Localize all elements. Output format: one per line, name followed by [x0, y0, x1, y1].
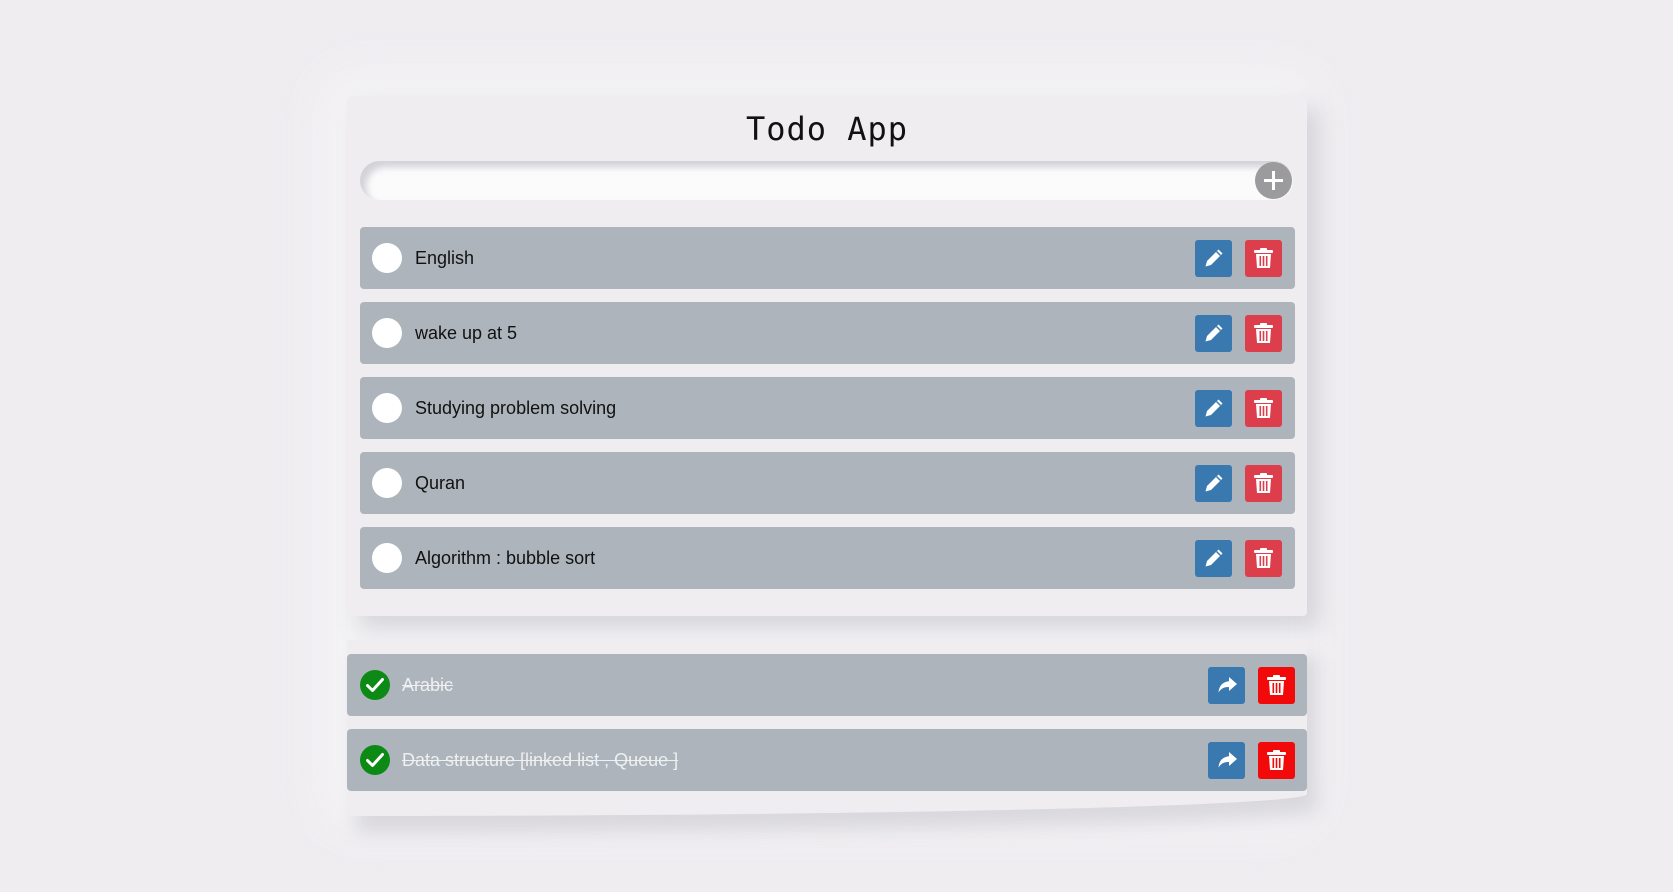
new-todo-input[interactable]: [380, 165, 1244, 197]
delete-button[interactable]: [1245, 540, 1282, 577]
todo-item: Algorithm : bubble sort: [360, 527, 1295, 589]
todo-status-circle-icon[interactable]: [372, 393, 402, 423]
todo-status-circle-icon[interactable]: [372, 468, 402, 498]
trash-icon: [1254, 323, 1273, 343]
edit-button[interactable]: [1195, 390, 1232, 427]
trash-icon: [1254, 398, 1273, 418]
completed-todo-item: Data structure [linked list , Queue ]: [347, 729, 1307, 791]
todo-label: English: [415, 248, 475, 268]
completed-todo-card: Arabic Data structure [linked list , Que…: [347, 640, 1307, 816]
delete-completed-button[interactable]: [1258, 667, 1295, 704]
add-todo-button[interactable]: [1255, 162, 1292, 199]
todo-item: English: [360, 227, 1295, 289]
check-circle-icon[interactable]: [360, 670, 390, 700]
pencil-icon: [1205, 549, 1223, 567]
todo-list: English wake up at 5 Studying problem so…: [360, 227, 1295, 602]
todo-status-circle-icon[interactable]: [372, 243, 402, 273]
restore-todo-button[interactable]: [1208, 742, 1245, 779]
edit-button[interactable]: [1195, 240, 1232, 277]
restore-todo-button[interactable]: [1208, 667, 1245, 704]
todo-label: wake up at 5: [415, 323, 518, 343]
check-circle-icon[interactable]: [360, 745, 390, 775]
trash-icon: [1254, 548, 1273, 568]
share-arrow-icon: [1218, 677, 1237, 693]
completed-todo-list: Arabic Data structure [linked list , Que…: [347, 654, 1307, 804]
todo-label: Quran: [415, 473, 466, 493]
completed-todo-label: Arabic: [402, 675, 454, 695]
plus-icon: [1264, 171, 1283, 190]
delete-button[interactable]: [1245, 315, 1282, 352]
app-title: Todo App: [745, 110, 909, 148]
edit-button[interactable]: [1195, 315, 1232, 352]
delete-button[interactable]: [1245, 240, 1282, 277]
todo-item: Studying problem solving: [360, 377, 1295, 439]
completed-todo-item: Arabic: [347, 654, 1307, 716]
pencil-icon: [1205, 324, 1223, 342]
check-icon: [366, 753, 384, 767]
pencil-icon: [1205, 399, 1223, 417]
todo-card: Todo App English wake up at 5 Studying p…: [347, 96, 1307, 616]
edit-button[interactable]: [1195, 540, 1232, 577]
share-arrow-icon: [1218, 752, 1237, 768]
pencil-icon: [1205, 249, 1223, 267]
completed-todo-label: Data structure [linked list , Queue ]: [402, 750, 679, 770]
todo-label: Algorithm : bubble sort: [415, 548, 596, 568]
delete-completed-button[interactable]: [1258, 742, 1295, 779]
trash-icon: [1254, 248, 1273, 268]
pencil-icon: [1205, 474, 1223, 492]
trash-icon: [1267, 675, 1286, 695]
delete-button[interactable]: [1245, 465, 1282, 502]
trash-icon: [1254, 473, 1273, 493]
todo-item: wake up at 5: [360, 302, 1295, 364]
todo-item: Quran: [360, 452, 1295, 514]
todo-status-circle-icon[interactable]: [372, 318, 402, 348]
check-icon: [366, 678, 384, 692]
trash-icon: [1267, 750, 1286, 770]
delete-button[interactable]: [1245, 390, 1282, 427]
todo-label: Studying problem solving: [415, 398, 617, 418]
add-todo-bar: [360, 161, 1293, 200]
edit-button[interactable]: [1195, 465, 1232, 502]
todo-status-circle-icon[interactable]: [372, 543, 402, 573]
